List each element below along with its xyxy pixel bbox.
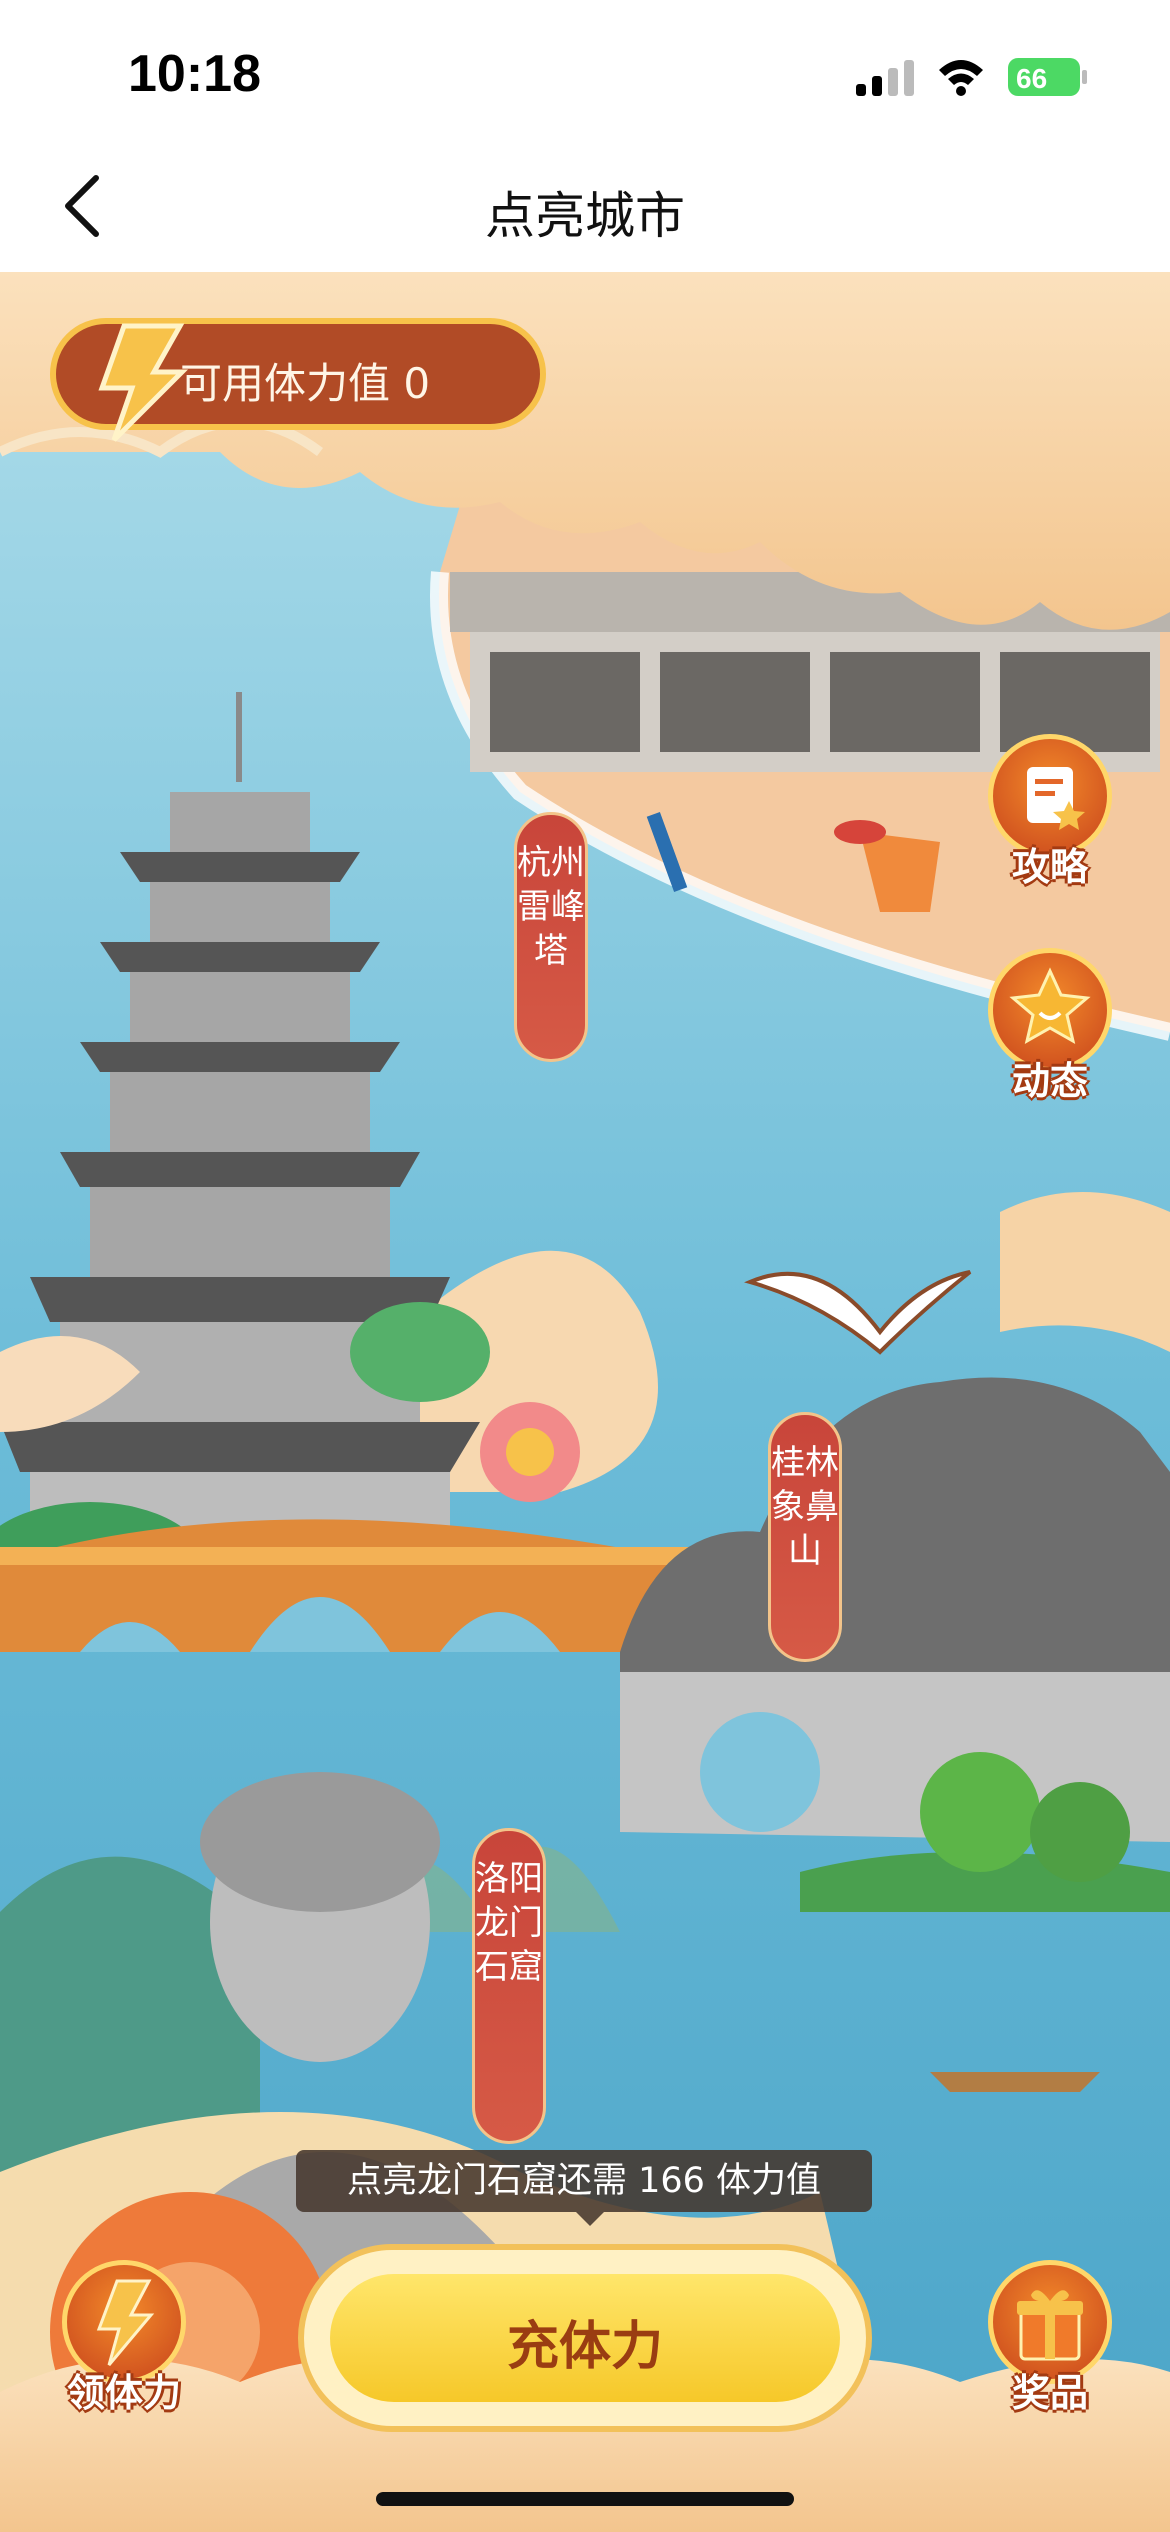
energy-balance: 可用体力值 0	[50, 318, 546, 442]
status-bar: 10:18 66	[0, 0, 1170, 140]
prizes-label: 奖品	[1011, 2371, 1088, 2415]
landmark-label-xiangbishan[interactable]: 桂林象鼻山	[768, 1412, 842, 1662]
get-energy-button[interactable]: 领体力	[52, 2260, 192, 2415]
wifi-icon	[939, 60, 983, 96]
moments-label: 动态	[1011, 1059, 1088, 1103]
home-indicator[interactable]	[376, 2492, 794, 2506]
landmark-label-longmen[interactable]: 洛阳龙门石窟	[472, 1828, 546, 2144]
get-energy-label: 领体力	[66, 2371, 181, 2415]
nav-bar: 点亮城市	[0, 140, 1170, 273]
tooltip-arrow	[576, 2212, 604, 2226]
charge-energy-label: 充体力	[506, 2317, 663, 2377]
prizes-button[interactable]: 奖品	[978, 2260, 1118, 2415]
battery-level: 66	[1016, 63, 1047, 94]
battery-icon: 66	[1008, 58, 1087, 96]
charge-energy-button[interactable]: 充体力	[298, 2244, 872, 2432]
charge-energy-button-face: 充体力	[330, 2274, 840, 2402]
lightning-icon	[98, 323, 189, 442]
page-title: 点亮城市	[485, 187, 685, 245]
strategy-label: 攻略	[1011, 845, 1088, 889]
landmark-label-leifeng[interactable]: 杭州雷峰塔	[514, 812, 588, 1062]
energy-label: 可用体力值 0	[180, 359, 431, 408]
status-time: 10:18	[128, 45, 261, 103]
strategy-button[interactable]: 攻略	[978, 734, 1118, 889]
signal-icon	[856, 60, 914, 96]
city-map: 可用体力值 0 杭州雷峰塔 桂林象鼻山 洛阳龙门石窟 攻略 动态 领体力 奖品 …	[0, 272, 1170, 2532]
moments-button[interactable]: 动态	[978, 948, 1118, 1103]
progress-tooltip: 点亮龙门石窟还需 166 体力值	[296, 2150, 872, 2212]
